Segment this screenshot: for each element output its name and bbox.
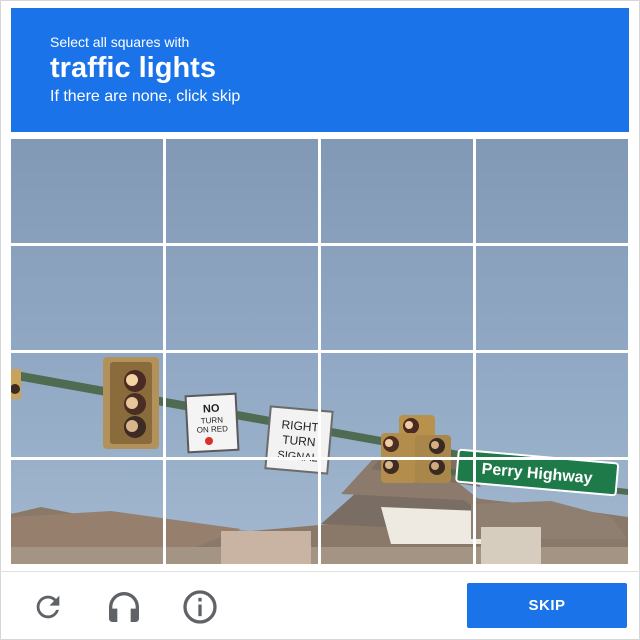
reload-button[interactable] — [28, 587, 68, 627]
challenge-keyword: traffic lights — [50, 52, 216, 84]
challenge-header: Select all squares with traffic lights I… — [11, 8, 629, 132]
grid-tile-r4-c1[interactable] — [11, 460, 163, 564]
grid-tile-r4-c3[interactable] — [321, 460, 473, 564]
skip-button[interactable]: SKIP — [467, 583, 627, 628]
grid-tile-r2-c1[interactable] — [11, 246, 163, 350]
grid-line-horizontal — [11, 350, 628, 353]
grid-tile-r3-c3[interactable] — [321, 353, 473, 457]
reload-icon — [36, 595, 60, 619]
info-icon — [183, 590, 217, 624]
grid-tile-r3-c2[interactable] — [166, 353, 318, 457]
grid-line-horizontal — [11, 243, 628, 246]
grid-tile-r2-c3[interactable] — [321, 246, 473, 350]
grid-tile-r3-c4[interactable] — [476, 353, 628, 457]
footer-divider — [0, 571, 640, 572]
tile-layer — [11, 139, 628, 564]
image-grid: NO TURN ON RED RIGHT TURN SIGNAL — [11, 139, 628, 564]
grid-tile-r3-c1[interactable] — [11, 353, 163, 457]
grid-tile-r1-c2[interactable] — [166, 139, 318, 243]
grid-tile-r4-c4[interactable] — [476, 460, 628, 564]
hint-text: If there are none, click skip — [50, 88, 241, 105]
grid-tile-r4-c2[interactable] — [166, 460, 318, 564]
grid-tile-r2-c2[interactable] — [166, 246, 318, 350]
audio-icon — [109, 592, 139, 622]
grid-tile-r1-c4[interactable] — [476, 139, 628, 243]
grid-tile-r1-c3[interactable] — [321, 139, 473, 243]
instruction-text: Select all squares with — [50, 34, 190, 50]
help-button[interactable] — [180, 587, 220, 627]
audio-challenge-button[interactable] — [104, 587, 144, 627]
grid-tile-r2-c4[interactable] — [476, 246, 628, 350]
grid-line-horizontal — [11, 457, 628, 460]
grid-tile-r1-c1[interactable] — [11, 139, 163, 243]
